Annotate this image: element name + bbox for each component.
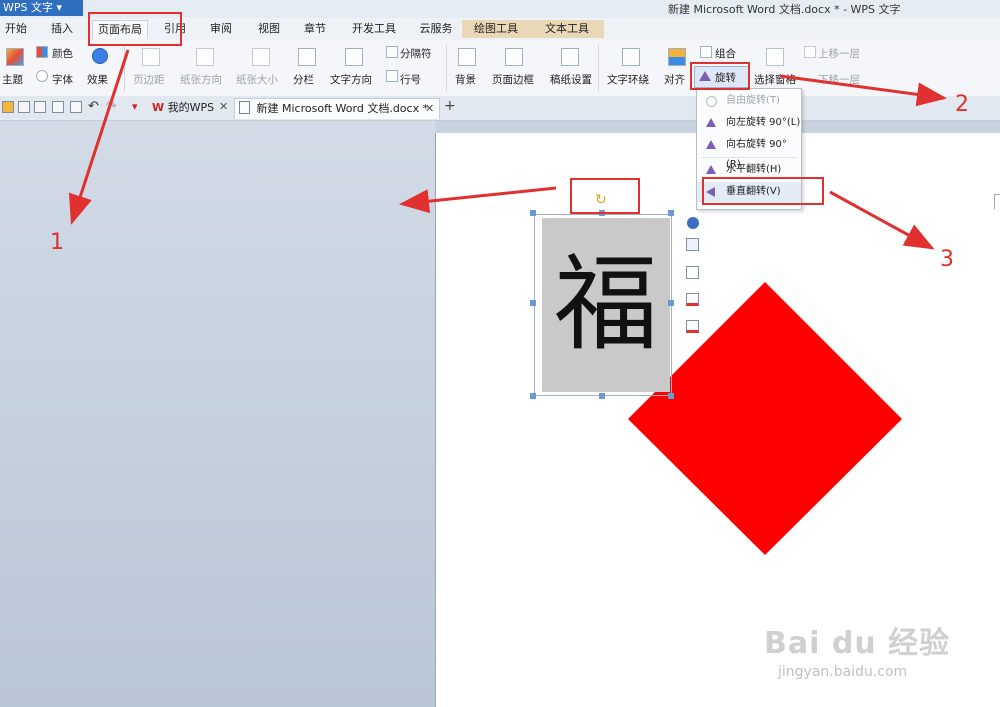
annotation-arrows <box>68 49 947 250</box>
annotation-label-2: 2 <box>955 92 969 117</box>
watermark-url: jingyan.baidu.com <box>778 664 908 680</box>
watermark-logo: Bai du 经验 <box>764 626 951 661</box>
annotation-label-1: 1 <box>50 230 64 255</box>
annotation-label-3: 3 <box>940 247 954 272</box>
